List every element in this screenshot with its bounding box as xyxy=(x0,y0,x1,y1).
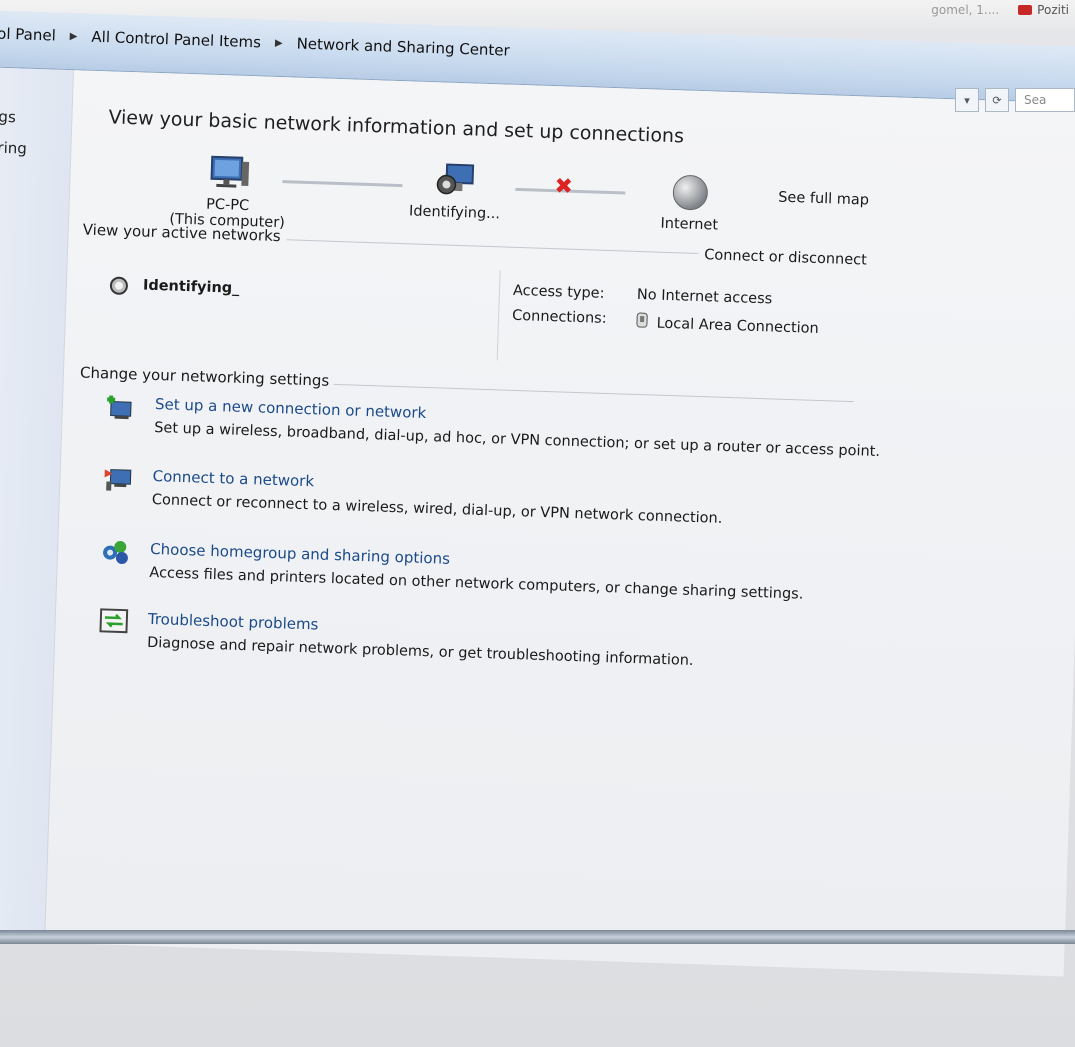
connect-network-icon xyxy=(104,469,132,491)
troubleshoot-desc: Diagnose and repair network problems, or… xyxy=(146,634,694,670)
this-computer-node[interactable]: PC-PC (This computer) xyxy=(157,151,299,232)
red-app-icon xyxy=(1018,5,1033,15)
tab-label: Poziti xyxy=(1037,3,1069,17)
window-bottom-border xyxy=(0,930,1075,944)
connection-name: Local Area Connection xyxy=(656,315,819,337)
setup-connection-desc: Set up a wireless, broadband, dial-up, a… xyxy=(153,420,881,461)
connect-network-desc: Connect or reconnect to a wireless, wire… xyxy=(151,491,723,527)
ethernet-icon xyxy=(636,312,648,328)
left-pane-item[interactable]: gs xyxy=(0,108,16,127)
internet-node[interactable]: Internet xyxy=(644,171,736,234)
connection-error-icon: ✖ xyxy=(554,174,574,200)
access-type-value: No Internet access xyxy=(636,286,773,308)
address-tools: ▾ ⟳ Sea xyxy=(955,88,1075,112)
tab-faint-text: gomel, 1.... xyxy=(931,3,1000,17)
vertical-divider xyxy=(496,270,501,361)
connect-disconnect-link[interactable]: Connect or disconnect xyxy=(704,247,867,268)
network-node-label: Identifying... xyxy=(408,203,501,223)
homegroup-link[interactable]: Choose homegroup and sharing options xyxy=(150,540,450,568)
network-status-icon xyxy=(109,276,128,295)
breadcrumb-item-network-center[interactable]: Network and Sharing Center xyxy=(296,35,510,60)
identifying-network-node[interactable]: Identifying... xyxy=(399,159,511,223)
explorer-window: ol Panel ▶ All Control Panel Items ▶ Net… xyxy=(0,10,1075,977)
change-settings-heading: Change your networking settings xyxy=(79,363,330,390)
access-type-label: Access type: xyxy=(512,282,605,302)
connections-label: Connections: xyxy=(511,307,607,327)
search-input[interactable]: Sea xyxy=(1015,88,1075,112)
main-content: View your basic network information and … xyxy=(45,70,1075,977)
connect-network-link[interactable]: Connect to a network xyxy=(152,467,314,490)
map-connection-line xyxy=(282,180,403,188)
chevron-right-icon[interactable]: ▶ xyxy=(70,30,78,41)
network-identifying-icon xyxy=(436,163,475,195)
setup-connection-link[interactable]: Set up a new connection or network xyxy=(155,395,427,422)
section-divider xyxy=(333,383,854,403)
new-connection-icon xyxy=(107,395,132,420)
chevron-right-icon[interactable]: ▶ xyxy=(275,37,283,48)
left-pane-item[interactable]: ring xyxy=(0,139,27,158)
breadcrumb: ol Panel ▶ All Control Panel Items ▶ Net… xyxy=(0,25,510,60)
page-title: View your basic network information and … xyxy=(108,106,685,148)
troubleshoot-link[interactable]: Troubleshoot problems xyxy=(148,610,319,634)
troubleshoot-icon xyxy=(99,608,129,634)
refresh-icon[interactable]: ⟳ xyxy=(985,88,1009,112)
chevron-down-icon[interactable]: ▾ xyxy=(955,88,979,112)
breadcrumb-item-control-panel[interactable]: ol Panel xyxy=(0,25,56,45)
browser-tab-fragment[interactable]: gomel, 1.... Poziti xyxy=(925,0,1075,20)
network-name-text: Identifying_ xyxy=(142,277,240,297)
homegroup-icon xyxy=(103,540,128,565)
monitor-photo: gomel, 1.... Poziti ol Panel ▶ All Contr… xyxy=(0,0,1075,1047)
globe-icon xyxy=(672,175,708,211)
section-divider xyxy=(286,239,699,254)
homegroup-desc: Access files and printers located on oth… xyxy=(149,564,804,603)
breadcrumb-item-all-items[interactable]: All Control Panel Items xyxy=(91,28,261,52)
local-area-connection-link[interactable]: Local Area Connection xyxy=(636,312,819,337)
internet-label: Internet xyxy=(660,215,719,234)
see-full-map-link[interactable]: See full map xyxy=(778,190,869,209)
active-network-name: Identifying_ xyxy=(109,276,240,297)
computer-icon xyxy=(210,155,250,188)
